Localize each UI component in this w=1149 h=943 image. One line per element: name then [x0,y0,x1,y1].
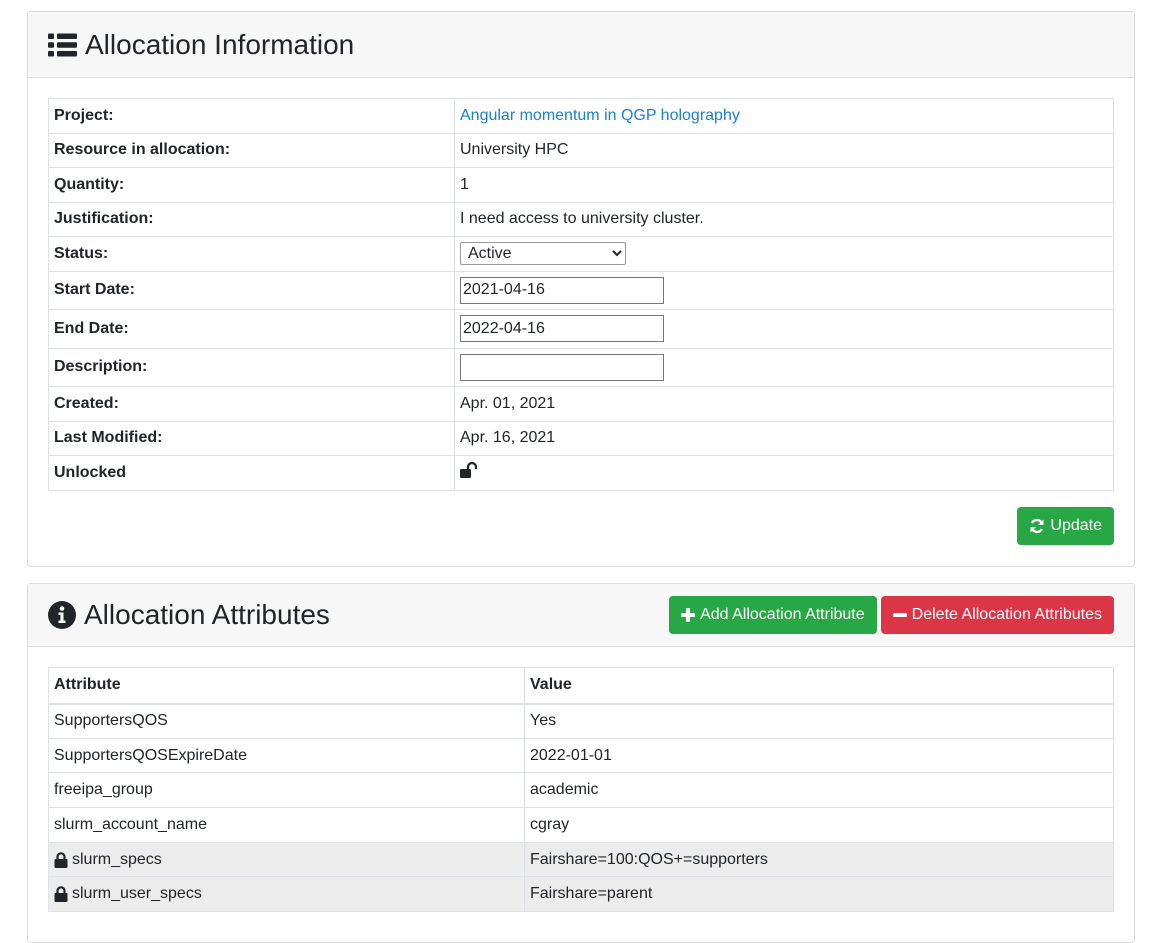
status-cell: Active [454,236,1114,272]
add-allocation-attribute-label: Add Allocation Attribute [700,606,865,623]
allocation-attributes-title: Allocation Attributes [48,599,330,631]
project-value-cell: Angular momentum in QGP holography [454,98,1114,134]
delete-allocation-attributes-button[interactable]: Delete Allocation Attributes [880,596,1114,634]
quantity-label: Quantity: [48,167,455,203]
allocation-information-body: Project: Angular momentum in QGP hologra… [28,78,1134,565]
attribute-name: SupportersQOSExpireDate [48,737,525,774]
last-modified-value: Apr. 16, 2021 [454,420,1114,456]
attribute-row: SupportersQOSExpireDate 2022-01-01 [48,737,1114,774]
allocation-attributes-table: Attribute Value SupportersQOS Yes Suppor… [48,667,1114,913]
allocation-attributes-title-text: Allocation Attributes [84,599,330,630]
allocation-info-table: Project: Angular momentum in QGP hologra… [48,98,1114,491]
info-row-status: Status: Active [48,236,1114,272]
plus-icon [681,608,696,622]
lock-icon [54,886,68,903]
allocation-information-title-text: Allocation Information [85,28,355,60]
update-button[interactable]: Update [1017,506,1114,545]
update-row: Update [48,506,1114,545]
justification-label: Justification: [48,201,455,237]
sync-icon [1029,518,1045,534]
locked-attribute: slurm_user_specs [54,885,519,903]
update-label: Update [1050,516,1102,534]
created-value: Apr. 01, 2021 [454,386,1114,422]
attribute-row: slurm_account_name cgray [48,807,1114,843]
add-allocation-attribute-button[interactable]: Add Allocation Attribute [669,596,877,634]
attribute-value: Yes [524,703,1114,739]
description-input[interactable] [460,353,664,381]
attributes-header-row: Attribute Value [48,667,1114,705]
justification-value: I need access to university cluster. [454,201,1114,237]
attribute-name: slurm_user_specs [72,885,202,903]
info-row-quantity: Quantity: 1 [48,167,1114,203]
status-label: Status: [48,236,455,272]
description-cell [454,347,1114,387]
start-date-input[interactable] [460,276,664,304]
info-row-last-modified: Last Modified: Apr. 16, 2021 [48,420,1114,456]
info-row-start-date: Start Date: [48,270,1114,310]
start-date-label: Start Date: [48,270,455,310]
attribute-value: cgray [524,807,1114,843]
allocation-attributes-header: Allocation Attributes Add Allocation Att… [28,584,1134,647]
lock-icon [54,851,68,868]
status-select[interactable]: Active [460,242,626,266]
delete-allocation-attributes-label: Delete Allocation Attributes [911,606,1102,623]
attribute-row: SupportersQOS Yes [48,703,1114,739]
attribute-name-cell: slurm_user_specs [48,876,525,913]
info-row-resource: Resource in allocation: University HPC [48,132,1114,168]
allocation-attributes-card: Allocation Attributes Add Allocation Att… [27,583,1135,943]
quantity-value: 1 [454,167,1114,203]
info-row-unlocked: Unlocked [48,455,1114,491]
end-date-label: End Date: [48,309,455,349]
allocation-information-title: Allocation Information [48,29,354,61]
start-date-cell [454,270,1114,310]
attribute-row-locked: slurm_specs Fairshare=100:QOS+=supporter… [48,841,1114,878]
allocation-attributes-body: Attribute Value SupportersQOS Yes Suppor… [28,647,1134,932]
attribute-column-header: Attribute [48,667,525,705]
info-row-justification: Justification: I need access to universi… [48,201,1114,237]
info-row-project: Project: Angular momentum in QGP hologra… [48,98,1114,134]
attribute-value: 2022-01-01 [524,737,1114,774]
attribute-actions: Add Allocation Attribute Delete Allocati… [669,596,1114,634]
created-label: Created: [48,386,455,422]
attribute-name: SupportersQOS [48,703,525,739]
unlocked-label: Unlocked [48,455,455,491]
resource-value: University HPC [454,132,1114,168]
last-modified-label: Last Modified: [48,420,455,456]
info-row-description: Description: [48,347,1114,387]
end-date-cell [454,309,1114,349]
attribute-name: slurm_specs [72,850,162,868]
attribute-row-locked: slurm_user_specs Fairshare=parent [48,876,1114,913]
attribute-name: freeipa_group [48,772,525,809]
unlocked-cell [454,455,1114,491]
attribute-value: Fairshare=parent [524,876,1114,913]
project-link[interactable]: Angular momentum in QGP holography [460,107,740,124]
description-label: Description: [48,347,455,387]
minus-icon [892,608,907,622]
attribute-value: academic [524,772,1114,809]
end-date-input[interactable] [460,315,664,343]
locked-attribute: slurm_specs [54,851,519,869]
value-column-header: Value [524,667,1114,705]
attribute-name: slurm_account_name [48,807,525,843]
allocation-information-card: Allocation Information Project: Angular … [27,11,1135,567]
project-label: Project: [48,98,455,134]
allocation-information-header: Allocation Information [28,12,1134,78]
info-row-created: Created: Apr. 01, 2021 [48,386,1114,422]
attribute-value: Fairshare=100:QOS+=supporters [524,841,1114,878]
list-icon [48,33,77,57]
attribute-row: freeipa_group academic [48,772,1114,809]
unlock-icon [460,462,478,482]
info-row-end-date: End Date: [48,309,1114,349]
attribute-name-cell: slurm_specs [48,841,525,878]
info-circle-icon [48,601,76,629]
resource-label: Resource in allocation: [48,132,455,168]
